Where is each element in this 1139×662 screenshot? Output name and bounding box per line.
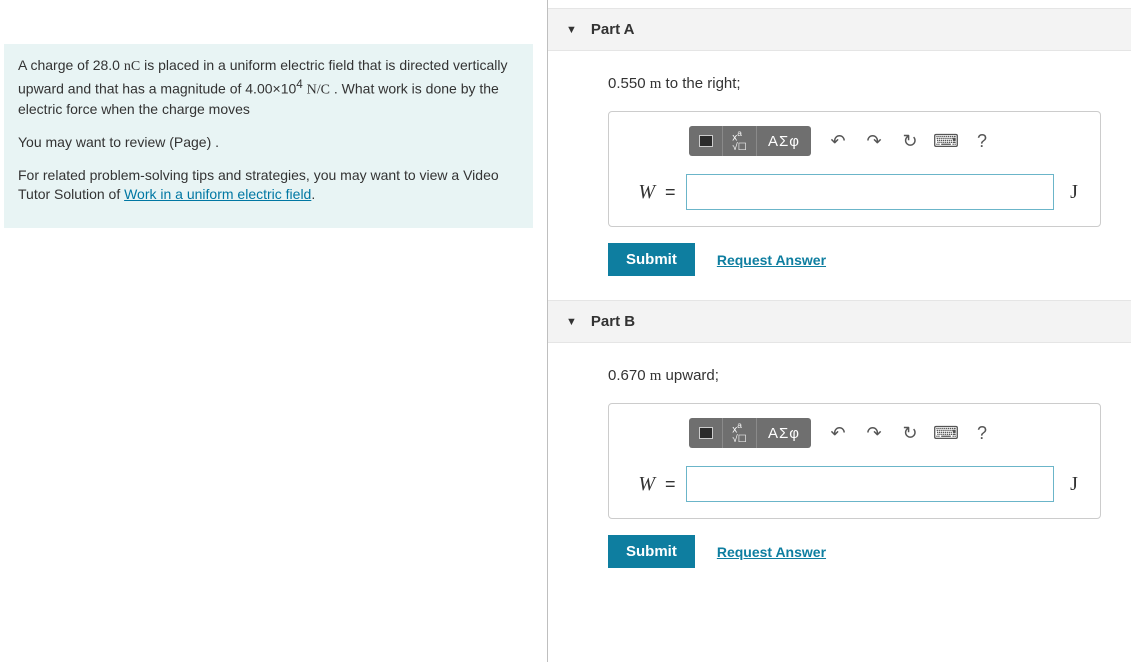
part-a-actions: Submit Request Answer xyxy=(608,243,1101,276)
part-a-body: 0.550 m to the right; xa√☐ ΑΣφ ↶ ↷ ↻ ⌨ ?… xyxy=(548,51,1131,292)
part-b-actions: Submit Request Answer xyxy=(608,535,1101,568)
undo-icon[interactable]: ↶ xyxy=(823,126,853,156)
unit-label: J xyxy=(1064,181,1084,204)
request-answer-link[interactable]: Request Answer xyxy=(717,252,826,268)
part-b-answer-box: xa√☐ ΑΣφ ↶ ↷ ↻ ⌨ ? W = J xyxy=(608,403,1101,519)
reset-icon[interactable]: ↻ xyxy=(895,418,925,448)
equals-sign: = xyxy=(665,474,676,495)
part-b-prompt: 0.670 m upward; xyxy=(608,367,1101,385)
answer-input[interactable] xyxy=(686,174,1054,210)
equation-toolbar: xa√☐ ΑΣφ ↶ ↷ ↻ ⌨ ? xyxy=(689,126,1084,156)
format-group: xa√☐ ΑΣφ xyxy=(689,126,811,156)
undo-icon[interactable]: ↶ xyxy=(823,418,853,448)
problem-tips: For related problem-solving tips and str… xyxy=(18,166,519,204)
video-tutor-link[interactable]: Work in a uniform electric field xyxy=(124,186,311,202)
variable-label: W xyxy=(625,181,655,204)
help-icon[interactable]: ? xyxy=(967,126,997,156)
answer-input-row: W = J xyxy=(625,466,1084,502)
submit-button[interactable]: Submit xyxy=(608,243,695,276)
reset-icon[interactable]: ↻ xyxy=(895,126,925,156)
template-icon[interactable] xyxy=(689,126,723,156)
problem-panel: A charge of 28.0 nC is placed in a unifo… xyxy=(0,0,548,662)
greek-letters-button[interactable]: ΑΣφ xyxy=(757,418,811,448)
problem-statement: A charge of 28.0 nC is placed in a unifo… xyxy=(4,44,533,228)
problem-intro: A charge of 28.0 nC is placed in a unifo… xyxy=(18,56,519,119)
template-icon[interactable] xyxy=(689,418,723,448)
collapse-icon: ▼ xyxy=(566,316,577,328)
keyboard-icon[interactable]: ⌨ xyxy=(931,126,961,156)
answer-panel: ▼ Part A 0.550 m to the right; xa√☐ ΑΣφ … xyxy=(548,0,1139,662)
redo-icon[interactable]: ↷ xyxy=(859,126,889,156)
part-a-prompt: 0.550 m to the right; xyxy=(608,75,1101,93)
keyboard-icon[interactable]: ⌨ xyxy=(931,418,961,448)
fraction-icon[interactable]: xa√☐ xyxy=(723,418,757,448)
equation-toolbar: xa√☐ ΑΣφ ↶ ↷ ↻ ⌨ ? xyxy=(689,418,1084,448)
unit-label: J xyxy=(1064,473,1084,496)
part-b-body: 0.670 m upward; xa√☐ ΑΣφ ↶ ↷ ↻ ⌨ ? W xyxy=(548,343,1131,584)
format-group: xa√☐ ΑΣφ xyxy=(689,418,811,448)
collapse-icon: ▼ xyxy=(566,24,577,36)
part-a-answer-box: xa√☐ ΑΣφ ↶ ↷ ↻ ⌨ ? W = J xyxy=(608,111,1101,227)
part-title: Part B xyxy=(591,313,635,330)
problem-review: You may want to review (Page) . xyxy=(18,133,519,152)
variable-label: W xyxy=(625,473,655,496)
part-a-header[interactable]: ▼ Part A xyxy=(548,8,1131,51)
part-b-header[interactable]: ▼ Part B xyxy=(548,300,1131,343)
help-icon[interactable]: ? xyxy=(967,418,997,448)
equals-sign: = xyxy=(665,182,676,203)
redo-icon[interactable]: ↷ xyxy=(859,418,889,448)
answer-input[interactable] xyxy=(686,466,1054,502)
fraction-icon[interactable]: xa√☐ xyxy=(723,126,757,156)
request-answer-link[interactable]: Request Answer xyxy=(717,544,826,560)
answer-input-row: W = J xyxy=(625,174,1084,210)
greek-letters-button[interactable]: ΑΣφ xyxy=(757,126,811,156)
submit-button[interactable]: Submit xyxy=(608,535,695,568)
part-title: Part A xyxy=(591,21,635,38)
